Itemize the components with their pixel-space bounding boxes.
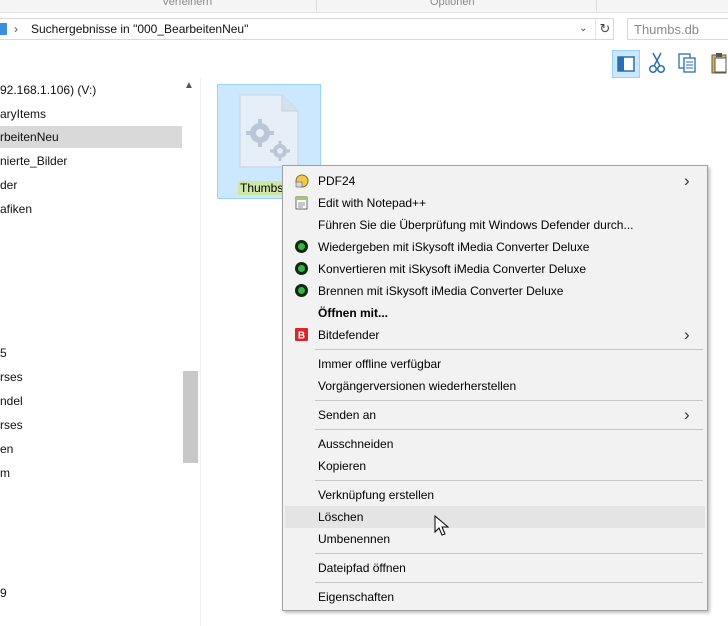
scrollbar-thumb[interactable] xyxy=(183,371,198,463)
pane-divider xyxy=(200,78,201,626)
nav-item[interactable]: rses xyxy=(0,414,182,436)
chevron-right-icon: › xyxy=(684,325,690,344)
scissors-icon xyxy=(648,52,666,74)
preview-pane-button[interactable] xyxy=(612,50,640,78)
menu-item-label: Immer offline verfügbar xyxy=(318,357,442,371)
context-menu: PDF24 › Edit with Notepad++ Führen Sie d… xyxy=(282,165,708,611)
menu-item-bitdefender[interactable]: B Bitdefender › xyxy=(285,324,705,346)
ribbon-section-strip: Verfeinern Optionen xyxy=(0,0,728,13)
file-name-label[interactable]: Thumbs xyxy=(238,181,286,195)
menu-item-previous-versions[interactable]: Vorgängerversionen wiederherstellen xyxy=(285,375,705,397)
nav-item[interactable]: 9 xyxy=(0,582,182,604)
nav-item[interactable]: m xyxy=(0,462,182,484)
folder-icon xyxy=(0,23,7,35)
menu-item-properties[interactable]: Eigenschaften xyxy=(285,586,705,608)
clipboard-icon xyxy=(711,53,727,74)
menu-item-delete[interactable]: Löschen xyxy=(285,506,705,528)
menu-separator xyxy=(315,429,703,430)
system-file-gear-icon xyxy=(239,94,299,168)
menu-separator xyxy=(315,400,703,401)
paste-button[interactable] xyxy=(706,50,728,78)
menu-separator xyxy=(315,480,703,481)
address-bar[interactable]: › Suchergebnisse in "000_BearbeitenNeu" … xyxy=(0,18,614,40)
menu-item-label: Verknüpfung erstellen xyxy=(318,488,435,502)
nav-item[interactable]: aryItems xyxy=(0,103,182,125)
menu-item-label: Kopieren xyxy=(318,459,367,473)
chevron-down-icon[interactable]: ⌄ xyxy=(579,23,587,34)
copy-icon xyxy=(678,53,696,73)
copy-button[interactable] xyxy=(674,50,702,78)
menu-item-rename[interactable]: Umbenennen xyxy=(285,528,705,550)
search-input[interactable]: Thumbs.db xyxy=(627,18,728,40)
address-bar-row: › Suchergebnisse in "000_BearbeitenNeu" … xyxy=(0,13,728,47)
menu-item-label: Brennen mit iSkysoft iMedia Converter De… xyxy=(318,284,564,298)
nav-item[interactable]: ndel xyxy=(0,390,182,412)
menu-item-label: Führen Sie die Überprüfung mit Windows D… xyxy=(318,218,634,232)
menu-item-label: Ausschneiden xyxy=(318,437,394,451)
navigation-pane: 92.168.1.106) (V:) aryItems rbeitenNeu n… xyxy=(0,78,201,626)
menu-item-label: Senden an xyxy=(318,408,377,422)
menu-item-label: Bitdefender xyxy=(318,328,380,342)
chevron-right-icon[interactable]: › xyxy=(14,22,18,36)
cut-button[interactable] xyxy=(644,50,672,78)
nav-item[interactable]: rses xyxy=(0,366,182,388)
menu-item-label: Öffnen mit... xyxy=(318,306,388,320)
menu-item-always-offline[interactable]: Immer offline verfügbar xyxy=(285,353,705,375)
ribbon-divider xyxy=(316,0,317,11)
nav-item[interactable]: 5 xyxy=(0,342,182,364)
ribbon-section-optionen[interactable]: Optionen xyxy=(430,0,475,8)
menu-item-windows-defender-scan[interactable]: Führen Sie die Überprüfung mit Windows D… xyxy=(285,214,705,236)
menu-item-label: Umbenennen xyxy=(318,532,391,546)
preview-pane-icon xyxy=(617,56,635,72)
menu-item-copy[interactable]: Kopieren xyxy=(285,455,705,477)
refresh-icon[interactable]: ↻ xyxy=(597,21,613,37)
menu-item-label: Löschen xyxy=(318,510,364,524)
nav-item-drive[interactable]: 92.168.1.106) (V:) xyxy=(0,79,182,101)
svg-text:B: B xyxy=(298,331,305,342)
menu-separator xyxy=(315,349,703,350)
quick-toolbar xyxy=(608,50,728,78)
nav-item[interactable]: en xyxy=(0,438,182,460)
ribbon-section-verfeinern[interactable]: Verfeinern xyxy=(162,0,212,8)
iskysoft-icon xyxy=(295,284,308,297)
chevron-right-icon: › xyxy=(684,405,690,424)
menu-item-iskysoft-play[interactable]: Wiedergeben mit iSkysoft iMedia Converte… xyxy=(285,236,705,258)
chevron-right-icon: › xyxy=(684,171,690,190)
menu-item-open-file-location[interactable]: Dateipfad öffnen xyxy=(285,557,705,579)
menu-item-label: Wiedergeben mit iSkysoft iMedia Converte… xyxy=(318,240,590,254)
menu-separator xyxy=(315,582,703,583)
address-divider xyxy=(595,19,596,39)
nav-item[interactable]: afiken xyxy=(0,198,182,220)
iskysoft-icon xyxy=(295,240,308,253)
menu-item-pdf24[interactable]: PDF24 › xyxy=(285,170,705,192)
nav-item[interactable]: der xyxy=(0,174,182,196)
bitdefender-icon: B xyxy=(295,328,308,342)
menu-item-label: Eigenschaften xyxy=(318,590,395,604)
address-path[interactable]: Suchergebnisse in "000_BearbeitenNeu" xyxy=(31,22,248,36)
iskysoft-icon xyxy=(295,262,308,275)
menu-item-label: Edit with Notepad++ xyxy=(318,196,427,210)
nav-item[interactable]: nierte_Bilder xyxy=(0,150,182,172)
nav-item-selected[interactable]: rbeitenNeu xyxy=(0,126,182,148)
ribbon-divider xyxy=(596,0,597,11)
notepadpp-icon xyxy=(295,196,308,210)
menu-item-iskysoft-convert[interactable]: Konvertieren mit iSkysoft iMedia Convert… xyxy=(285,258,705,280)
scroll-up-icon[interactable]: ▲ xyxy=(184,80,194,91)
menu-separator xyxy=(315,553,703,554)
menu-item-iskysoft-burn[interactable]: Brennen mit iSkysoft iMedia Converter De… xyxy=(285,280,705,302)
menu-item-cut[interactable]: Ausschneiden xyxy=(285,433,705,455)
menu-item-send-to[interactable]: Senden an › xyxy=(285,404,705,426)
search-value[interactable]: Thumbs.db xyxy=(634,22,699,37)
menu-item-label: PDF24 xyxy=(318,174,356,188)
menu-item-open-with[interactable]: Öffnen mit... xyxy=(285,302,705,324)
pdf24-icon xyxy=(295,174,309,188)
menu-item-label: Vorgängerversionen wiederherstellen xyxy=(318,379,517,393)
menu-item-create-shortcut[interactable]: Verknüpfung erstellen xyxy=(285,484,705,506)
menu-item-label: Dateipfad öffnen xyxy=(318,561,406,575)
menu-item-label: Konvertieren mit iSkysoft iMedia Convert… xyxy=(318,262,587,276)
mouse-pointer-icon xyxy=(434,515,450,536)
menu-item-edit-notepadpp[interactable]: Edit with Notepad++ xyxy=(285,192,705,214)
